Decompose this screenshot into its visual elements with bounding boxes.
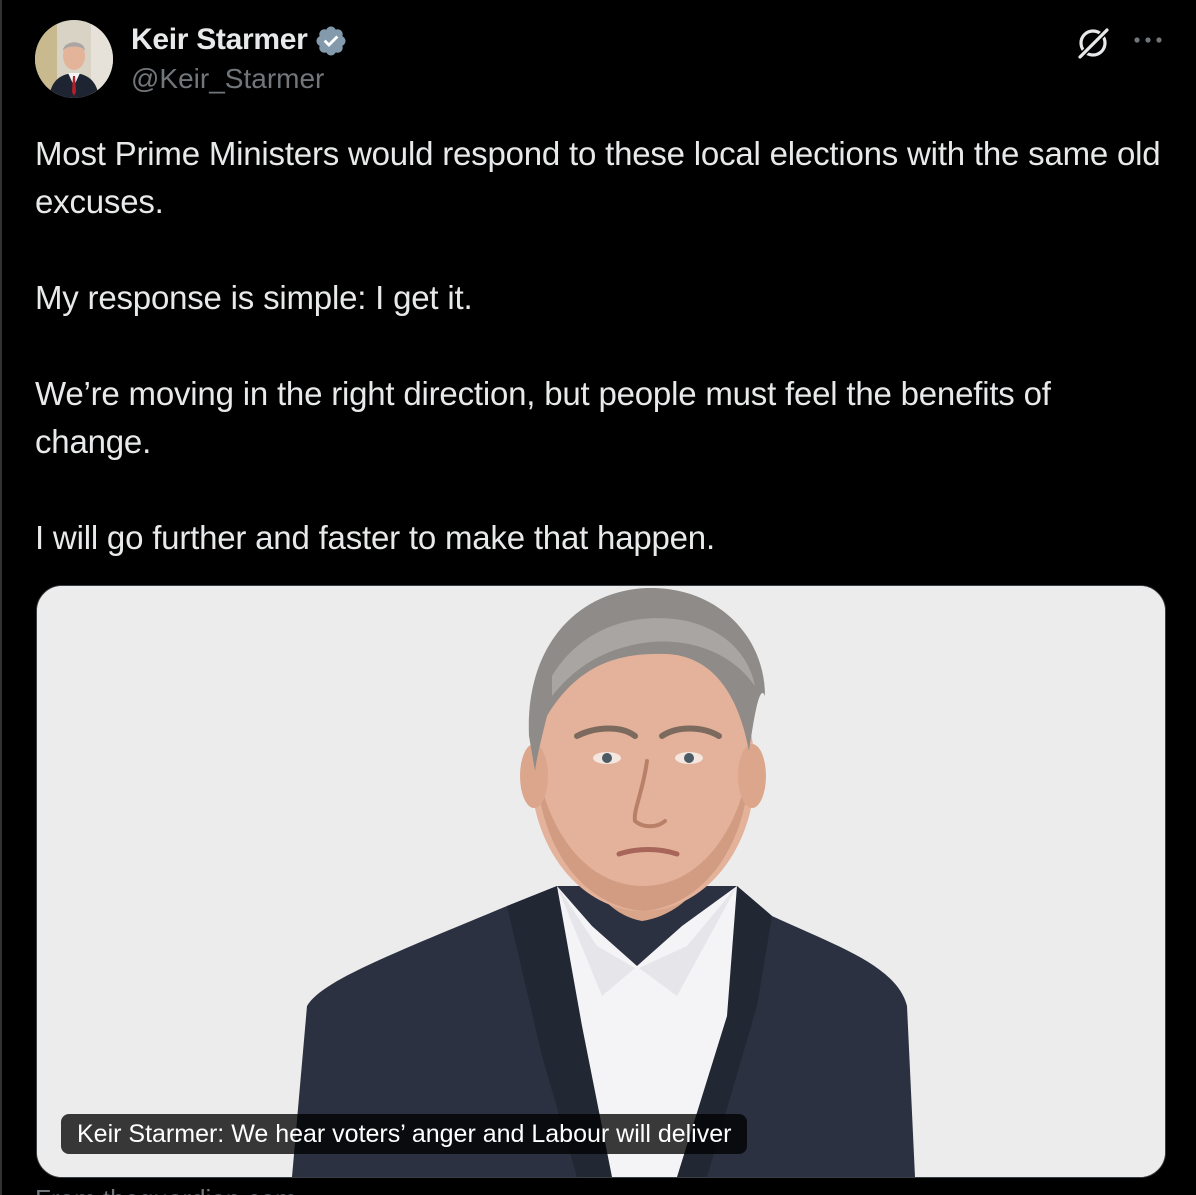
verified-badge-icon xyxy=(314,24,348,58)
link-card[interactable]: Keir Starmer: We hear voters’ anger and … xyxy=(36,585,1166,1178)
author-display-name[interactable]: Keir Starmer xyxy=(131,23,308,57)
tweet-paragraph: We’re moving in the right direction, but… xyxy=(35,375,1051,460)
card-photo xyxy=(37,586,1165,1177)
tweet-paragraph: I will go further and faster to make tha… xyxy=(35,519,715,556)
tweet-paragraph: My response is simple: I get it. xyxy=(35,279,473,316)
more-options-icon[interactable] xyxy=(1130,26,1166,54)
tweet-paragraph: Most Prime Ministers would respond to th… xyxy=(35,135,1161,220)
tweet[interactable]: Keir Starmer @Keir_Starmer Most Prime Mi… xyxy=(0,0,1196,1195)
grok-icon[interactable] xyxy=(1074,24,1112,62)
tweet-text: Most Prime Ministers would respond to th… xyxy=(35,130,1165,562)
author-name-row: Keir Starmer xyxy=(131,22,348,58)
card-caption: Keir Starmer: We hear voters’ anger and … xyxy=(61,1114,748,1154)
avatar-photo xyxy=(35,20,113,98)
card-source-domain[interactable]: From theguardian.com xyxy=(35,1186,297,1195)
avatar[interactable] xyxy=(35,20,113,98)
author-handle[interactable]: @Keir_Starmer xyxy=(131,63,324,95)
